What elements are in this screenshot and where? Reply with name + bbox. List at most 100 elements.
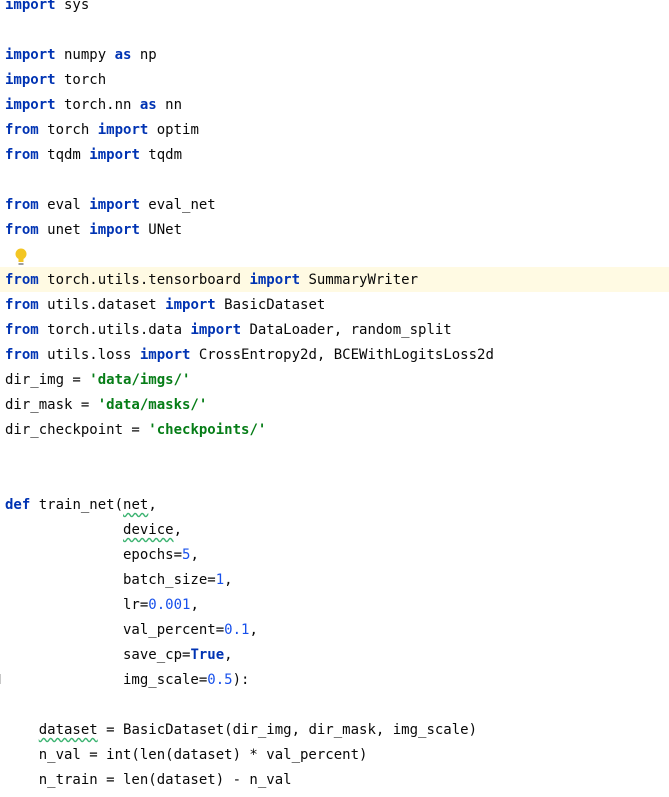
code-keyword: import xyxy=(5,47,56,63)
code-line: batch_size=1, xyxy=(5,568,233,593)
code-editor[interactable]: import sys import numpy as np import torch… xyxy=(0,0,669,797)
code-text: net xyxy=(123,497,149,513)
code-string: 'checkpoints/' xyxy=(148,422,267,438)
code-keyword: import xyxy=(89,197,140,213)
code-number: 0.1 xyxy=(224,622,250,638)
gutter-fold-marker[interactable] xyxy=(0,674,4,684)
code-keyword: import xyxy=(5,0,56,13)
code-keyword: from xyxy=(5,322,39,338)
code-line: from utils.loss import CrossEntropy2d, B… xyxy=(5,343,494,368)
code-text: np xyxy=(131,47,157,63)
code-text: save_cp= xyxy=(5,647,191,663)
code-line: import torch.nn as nn xyxy=(5,93,182,118)
code-text: epochs= xyxy=(5,547,183,563)
code-line: epochs=5, xyxy=(5,543,199,568)
code-text: SummaryWriter xyxy=(300,272,419,288)
code-text: unet xyxy=(38,222,90,238)
code-line: from torch.utils.data import DataLoader,… xyxy=(5,318,452,343)
code-text: dataset xyxy=(38,722,98,738)
code-text: torch.utils.data xyxy=(38,322,191,338)
intention-bulb-icon[interactable] xyxy=(15,248,27,268)
code-number: 1 xyxy=(215,572,225,588)
code-keyword: def xyxy=(5,497,31,513)
code-keyword: as xyxy=(114,47,132,63)
code-text: dir_checkpoint = xyxy=(5,422,149,438)
code-line: save_cp=True, xyxy=(5,643,233,668)
code-line: from tqdm import tqdm xyxy=(5,143,182,168)
code-text: utils.dataset xyxy=(38,297,166,313)
code-keyword: from xyxy=(5,122,39,138)
code-line: from utils.dataset import BasicDataset xyxy=(5,293,325,318)
code-string: 'data/imgs/' xyxy=(89,372,191,388)
code-text: CrossEntropy2d, BCEWithLogitsLoss2d xyxy=(190,347,494,363)
code-text: batch_size= xyxy=(5,572,216,588)
code-keyword: from xyxy=(5,272,39,288)
code-text: torch xyxy=(38,122,98,138)
code-line: n_val = int(len(dataset) * val_percent) xyxy=(5,743,368,768)
code-text: img_scale= xyxy=(5,672,208,688)
code-text: , xyxy=(224,647,233,663)
code-text: DataLoader, random_split xyxy=(241,322,452,338)
code-line: dir_checkpoint = 'checkpoints/' xyxy=(5,418,266,443)
code-keyword: import xyxy=(139,347,191,363)
code-keyword: from xyxy=(5,347,39,363)
code-line: val_percent=0.1, xyxy=(5,618,258,643)
code-text: n_val = int(len(dataset) * val_percent) xyxy=(5,747,368,763)
code-text: ): xyxy=(232,672,250,688)
code-line: from torch import optim xyxy=(5,118,199,143)
code-keyword: import xyxy=(165,297,216,313)
code-text: nn xyxy=(156,97,183,113)
code-line: import torch xyxy=(5,68,106,93)
code-text: torch.nn xyxy=(55,97,140,113)
code-keyword: from xyxy=(5,297,39,313)
code-text: BasicDataset xyxy=(215,297,326,313)
code-text: sys xyxy=(55,0,90,13)
code-keyword: import xyxy=(5,97,56,113)
code-line: img_scale=0.5): xyxy=(5,668,249,693)
code-line: n_train = len(dataset) - n_val xyxy=(5,768,292,793)
code-text: , xyxy=(249,622,258,638)
code-text: device xyxy=(123,522,174,538)
code-keyword: as xyxy=(139,97,157,113)
code-text: torch.utils.tensorboard xyxy=(38,272,250,288)
code-keyword: import xyxy=(89,222,140,238)
code-line: dataset = BasicDataset(dir_img, dir_mask… xyxy=(5,718,477,743)
code-line: import sys xyxy=(5,0,89,18)
code-line: from torch.utils.tensorboard import Summ… xyxy=(5,268,418,293)
code-line: from unet import UNet xyxy=(5,218,182,243)
code-text: tqdm xyxy=(38,147,90,163)
code-line: device, xyxy=(5,518,182,543)
code-text: val_percent= xyxy=(5,622,225,638)
code-text: , xyxy=(190,597,199,613)
code-line: def train_net(net, xyxy=(5,493,157,518)
code-text: lr= xyxy=(5,597,149,613)
code-number: 0.001 xyxy=(148,597,191,613)
code-keyword: from xyxy=(5,222,39,238)
code-text: optim xyxy=(148,122,199,138)
code-keyword: import xyxy=(97,122,149,138)
code-keyword: from xyxy=(5,147,39,163)
code-text: dir_img = xyxy=(5,372,90,388)
code-line: lr=0.001, xyxy=(5,593,199,618)
code-text: , xyxy=(224,572,233,588)
code-text: , xyxy=(148,497,157,513)
code-keyword: import xyxy=(249,272,301,288)
code-text: n_train = len(dataset) - n_val xyxy=(5,772,292,788)
code-text: dir_mask = xyxy=(5,397,98,413)
code-keyword: import xyxy=(89,147,140,163)
code-text: = BasicDataset(dir_img, dir_mask, img_sc… xyxy=(97,722,478,738)
code-keyword: import xyxy=(5,72,56,88)
code-text: train_net( xyxy=(30,497,124,513)
code-number: 0.5 xyxy=(207,672,233,688)
code-line: dir_img = 'data/imgs/' xyxy=(5,368,190,393)
code-text: torch xyxy=(55,72,107,88)
code-line: import numpy as np xyxy=(5,43,157,68)
code-line: dir_mask = 'data/masks/' xyxy=(5,393,207,418)
code-keyword: from xyxy=(5,197,39,213)
code-keyword: True xyxy=(190,647,225,663)
code-text: , xyxy=(173,522,183,538)
code-text: UNet xyxy=(139,222,183,238)
code-text: , xyxy=(190,547,199,563)
